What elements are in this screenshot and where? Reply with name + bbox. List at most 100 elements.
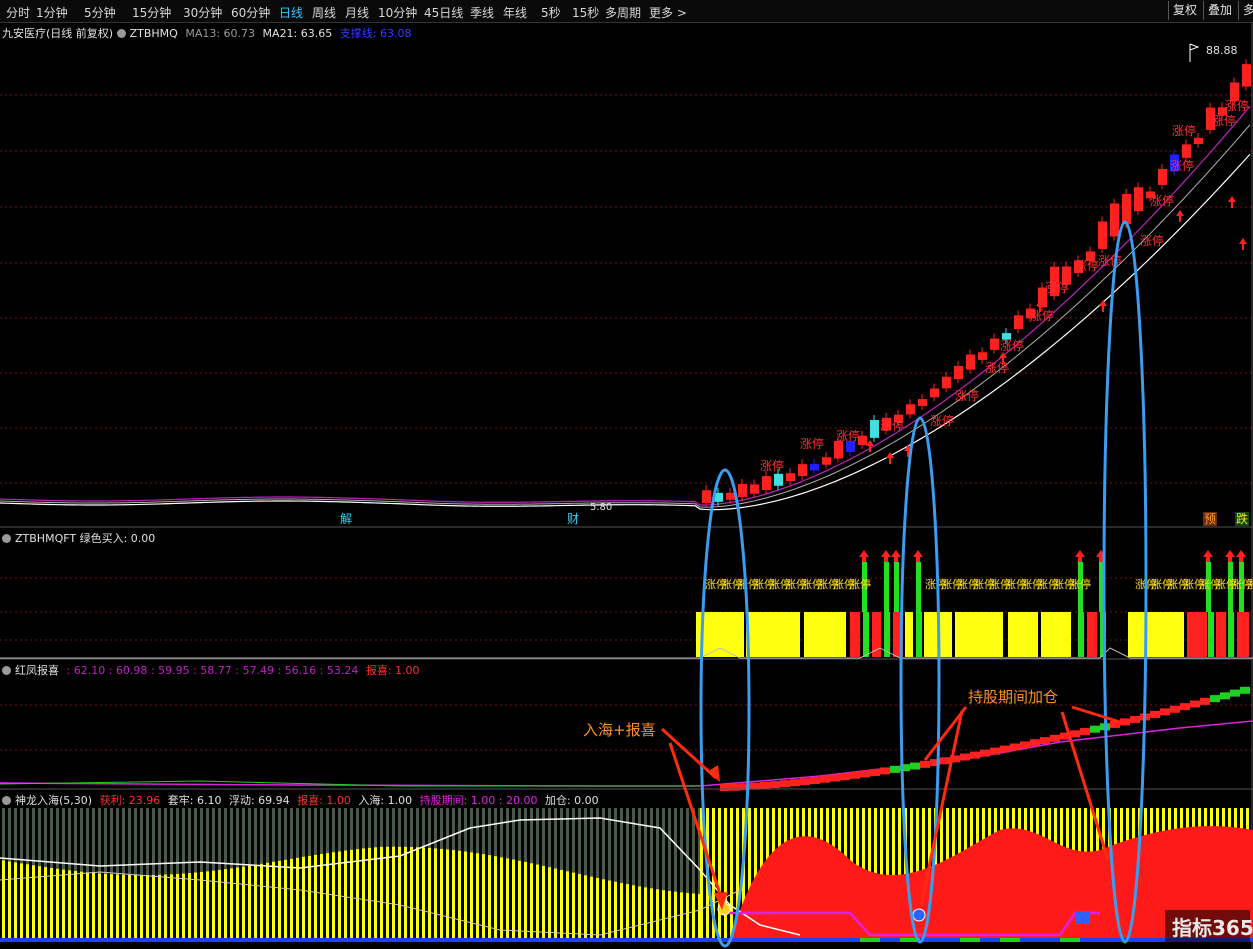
gray-bar [356,808,359,850]
ma13-line [0,105,1251,506]
gray-bar [662,808,665,891]
watermark-text: 指标365 [1172,916,1253,940]
gray-bar [326,808,329,854]
yellow-bar [308,855,311,940]
gray-bar [74,808,77,871]
candle [978,352,987,360]
yellow-bar [146,874,149,940]
marker-die[interactable]: 跌 [1236,511,1248,526]
gray-bar [212,808,215,871]
gray-bar [308,808,311,856]
signal-block [746,612,800,657]
zhangting-label: 涨停 [880,418,904,433]
candle [930,388,939,398]
up-arrow-icon [1239,238,1247,250]
signal-block [955,612,1003,657]
highlight-ellipse [899,416,941,944]
step-block [1000,745,1010,753]
zhangting-label: 涨停 [930,413,954,428]
yellow-bar [572,872,575,940]
gray-bar [146,808,149,875]
zhangting-label: 涨停 [800,436,824,451]
marker-yu[interactable]: 预 [1204,512,1216,526]
gray-bar [8,808,11,862]
gray-bar [362,808,365,849]
yellow-bar [320,853,323,940]
zhangting-label: 涨停 [985,360,1009,375]
yellow-bar [236,867,239,940]
yellow-bar [668,890,671,940]
step-block [790,779,800,787]
gray-bar [338,808,341,852]
candle [1182,144,1191,158]
gray-bar [524,808,527,862]
candle [738,484,747,498]
yellow-bar [272,861,275,940]
step-block [880,767,890,775]
yellow-bar [638,886,641,940]
yellow-bar [62,869,65,940]
step-block [810,777,820,785]
step-block [1160,708,1170,716]
step-block [800,778,810,786]
yellow-bar [386,846,389,940]
marker-jie[interactable]: 解 [340,512,352,526]
candle [966,354,975,370]
yellow-bar [724,808,727,940]
gray-bar [560,808,563,870]
step-block [1120,718,1130,726]
yellow-bar [248,865,251,940]
gray-bar [104,808,107,874]
yellow-bar [464,851,467,940]
min-price-label: 5.80 [590,502,612,513]
yellow-bar [200,871,203,940]
yellow-bar [278,860,281,940]
signal-block [1078,612,1084,657]
step-block [970,751,980,759]
candle [990,338,999,350]
candlesticks [702,59,1251,507]
gray-bar [98,808,101,874]
zhangting-label: 涨停 [1075,258,1099,273]
ma21-line [0,153,1251,511]
yellow-bar [368,847,371,940]
yellow-bar [8,861,11,940]
up-arrow-icon [1203,550,1213,562]
signal-block [1087,612,1097,657]
yellow-bar [476,853,479,940]
up-arrow-icon [859,550,869,562]
yellow-bar [494,856,497,940]
candle [750,484,759,494]
candle [810,463,819,471]
zhangting-label: 涨停 [1225,98,1249,113]
yellow-bar [470,852,473,940]
yellow-bar [650,888,653,940]
up-arrow-icon [1099,300,1107,312]
candle [906,404,915,415]
yellow-bar [332,852,335,940]
max-price-label: 88.88 [1206,44,1238,57]
yellow-bar [98,873,101,940]
gray-bar [320,808,323,854]
step-block [940,757,950,765]
candle [870,420,879,438]
yellow-bar [170,874,173,940]
yellow-bar [356,849,359,940]
shenlong-panel [0,808,1253,942]
yellow-bar [344,850,347,940]
stock-chart-canvas[interactable]: 涨停涨停涨停涨停 涨停涨停涨停涨停涨停涨停涨停涨停涨停涨停涨停涨停涨停涨停 88.… [0,0,1253,949]
step-block [1220,692,1230,700]
gray-bar [500,808,503,858]
candle [918,399,927,407]
signal-block [804,612,846,657]
gray-bar [674,808,677,892]
gray-bar [14,808,17,863]
marker-cai[interactable]: 财 [567,512,579,526]
yellow-bar [152,874,155,940]
gray-bar [86,808,89,873]
gray-bar [614,808,617,882]
gray-bar [398,808,401,847]
step-block [1210,695,1220,703]
gray-bar [68,808,71,871]
candle [762,476,771,491]
